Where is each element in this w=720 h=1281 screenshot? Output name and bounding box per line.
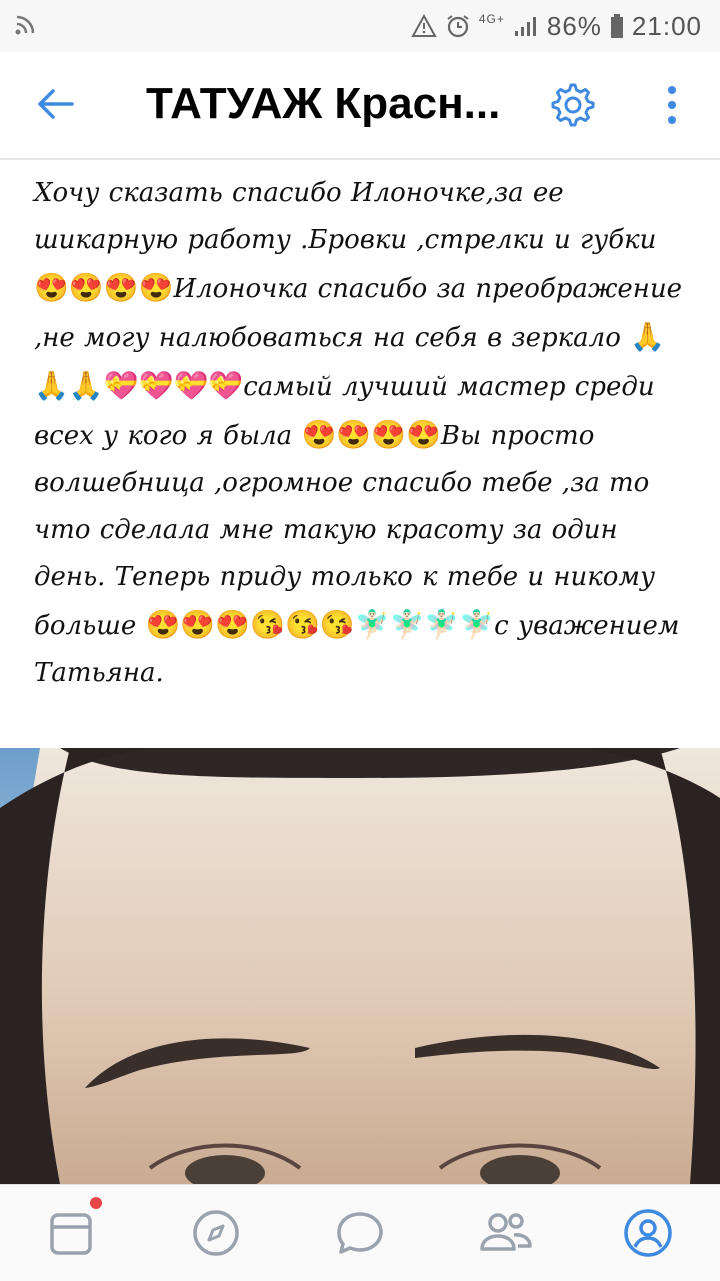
post-text-segment: Хочу сказать спасибо Илоночке,за ее шика… — [34, 178, 657, 255]
profile-icon — [624, 1209, 672, 1257]
page-title: ТАТУАЖ Красн... — [146, 79, 501, 128]
nav-messages-button[interactable] — [334, 1207, 386, 1259]
settings-button[interactable] — [548, 80, 598, 130]
more-vertical-icon — [668, 86, 676, 124]
notification-badge — [90, 1197, 102, 1209]
compass-icon — [193, 1210, 239, 1256]
emoji-heart-eyes-group: 😍😍😍😍 — [34, 271, 174, 304]
signal-strength-icon — [14, 14, 36, 41]
arrow-left-icon — [38, 89, 74, 119]
network-type-label: 4G+ — [478, 12, 505, 26]
community-header: ТАТУАЖ Красн... — [0, 52, 720, 160]
friends-icon — [480, 1213, 532, 1251]
eyebrows-photo — [0, 748, 720, 1184]
back-button[interactable] — [34, 82, 78, 126]
emoji-kiss-fairy-group: 😍😍😍😘😘😘🧚🏻‍♂️🧚🏻‍♂️🧚🏻‍♂️🧚🏻‍♂️ — [145, 608, 495, 641]
post-text: Хочу сказать спасибо Илоночке,за ее шика… — [34, 170, 694, 697]
more-options-button[interactable] — [654, 82, 690, 128]
nav-friends-button[interactable] — [478, 1207, 532, 1259]
newsfeed-icon — [50, 1213, 92, 1255]
nav-profile-button[interactable] — [622, 1207, 674, 1259]
chat-icon — [337, 1212, 383, 1254]
battery-icon — [610, 13, 624, 39]
status-bar: 4G+ 86% 21:00 — [0, 0, 720, 52]
gear-icon — [551, 83, 595, 127]
nav-discover-button[interactable] — [190, 1207, 242, 1259]
battery-percentage: 86% — [546, 10, 602, 41]
cell-signal-icon — [513, 14, 539, 38]
nav-news-button[interactable] — [46, 1197, 102, 1259]
post-photo[interactable] — [0, 748, 720, 1184]
emoji-heart-eyes-group: 😍😍😍😍 — [301, 418, 441, 451]
bottom-navigation — [0, 1184, 720, 1281]
clock: 21:00 — [631, 10, 702, 41]
alarm-icon — [445, 13, 471, 39]
warning-icon — [411, 14, 437, 38]
